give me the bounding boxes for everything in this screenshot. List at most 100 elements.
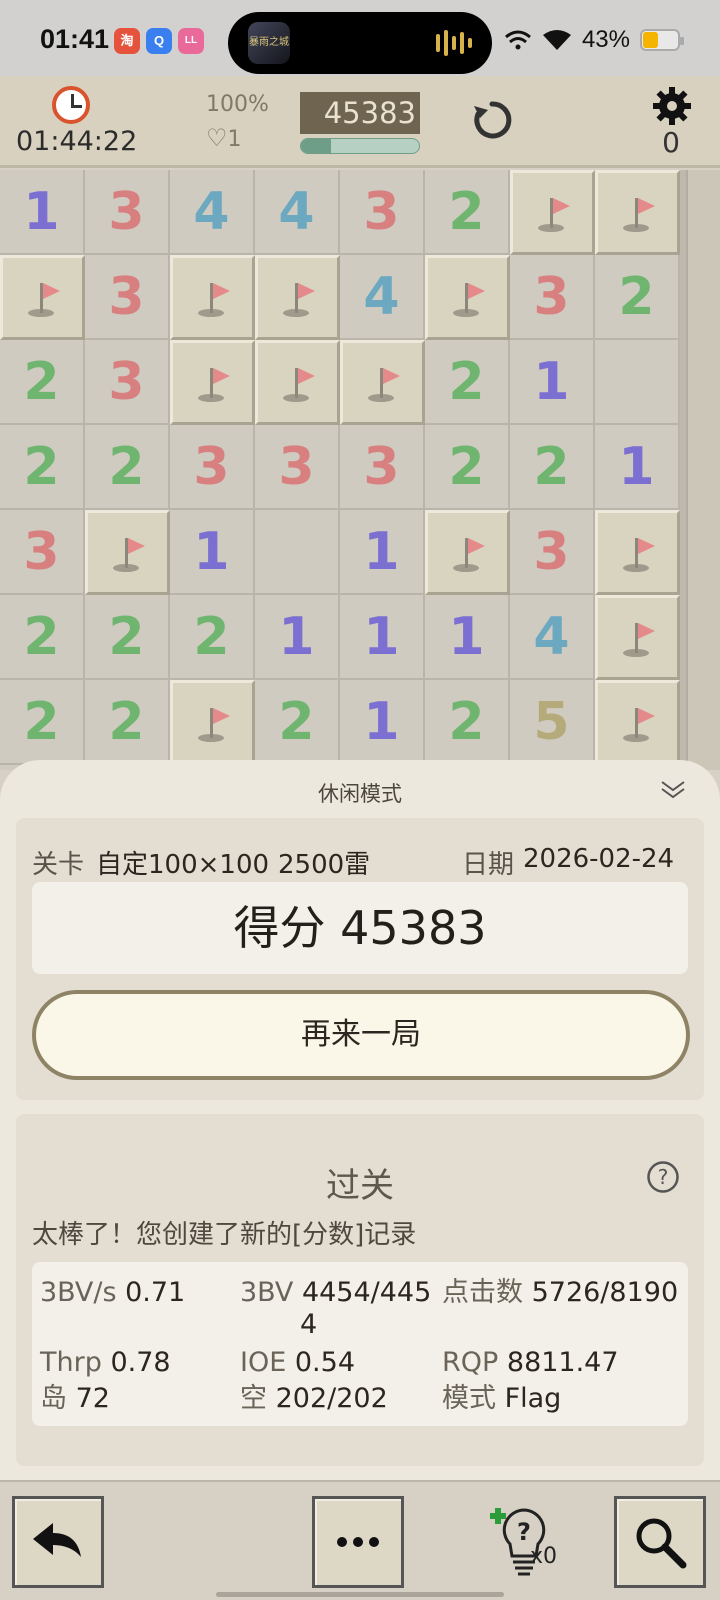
minefield-board[interactable]: 1344323432232122333221311322211142221252… — [0, 170, 686, 770]
flagged-cell[interactable] — [425, 255, 510, 340]
number-cell[interactable]: 3 — [170, 425, 255, 510]
stat-mode: 模式 Flag — [442, 1383, 562, 1414]
number-cell[interactable]: 2 — [85, 680, 170, 765]
number-cell[interactable]: 5 — [510, 680, 595, 765]
help-icon[interactable]: ? — [646, 1160, 680, 1194]
completion-percent: 100% — [206, 92, 269, 117]
signal-icon — [504, 30, 531, 50]
flag-icon — [197, 707, 230, 742]
undo-icon — [33, 1523, 81, 1557]
number-cell[interactable]: 4 — [255, 170, 340, 255]
number-cell[interactable]: 2 — [0, 680, 85, 765]
more-icon — [337, 1537, 379, 1547]
flag-icon — [282, 282, 315, 317]
number-cell[interactable]: 2 — [0, 425, 85, 510]
more-button[interactable] — [312, 1496, 404, 1588]
number-cell[interactable]: 2 — [425, 425, 510, 510]
dynamic-island[interactable]: 暴雨之城 — [228, 12, 492, 74]
number-cell[interactable]: 1 — [0, 170, 85, 255]
stat-empty: 空 202/202 — [240, 1383, 388, 1414]
lofter-app-icon: LL — [178, 28, 204, 54]
number-cell[interactable]: 3 — [510, 255, 595, 340]
number-cell[interactable]: 3 — [85, 340, 170, 425]
number-cell[interactable]: 2 — [85, 425, 170, 510]
number-cell[interactable]: 2 — [595, 255, 680, 340]
search-button[interactable] — [614, 1496, 706, 1588]
final-score: 得分 45383 — [233, 901, 487, 955]
settings-count: 0 — [662, 126, 680, 159]
flagged-cell[interactable] — [510, 170, 595, 255]
number-cell[interactable]: 2 — [0, 595, 85, 680]
number-cell[interactable]: 1 — [170, 510, 255, 595]
number-cell[interactable]: 1 — [340, 595, 425, 680]
number-cell[interactable]: 2 — [425, 680, 510, 765]
number-cell[interactable]: 4 — [510, 595, 595, 680]
timer: 01:44:22 — [16, 126, 138, 157]
flag-icon — [622, 537, 655, 572]
empty-cell[interactable] — [255, 510, 340, 595]
number-cell[interactable]: 3 — [340, 170, 425, 255]
empty-cell[interactable] — [595, 340, 680, 425]
flagged-cell[interactable] — [255, 340, 340, 425]
flagged-cell[interactable] — [595, 595, 680, 680]
number-cell[interactable]: 3 — [255, 425, 340, 510]
battery-percent: 43% — [581, 26, 630, 53]
stat-rqp: RQP 8811.47 — [442, 1347, 619, 1378]
number-cell[interactable]: 1 — [595, 425, 680, 510]
flagged-cell[interactable] — [595, 680, 680, 765]
number-cell[interactable]: 2 — [0, 340, 85, 425]
flagged-cell[interactable] — [340, 340, 425, 425]
chevron-down-icon[interactable] — [660, 776, 686, 802]
flag-icon — [622, 622, 655, 657]
record-message: 太棒了！您创建了新的[分数]记录 — [32, 1220, 417, 1250]
heart-icon: ♡ — [206, 124, 228, 152]
flagged-cell[interactable] — [595, 510, 680, 595]
flagged-cell[interactable] — [85, 510, 170, 595]
flagged-cell[interactable] — [170, 340, 255, 425]
number-cell[interactable]: 4 — [340, 255, 425, 340]
pass-title: 过关 — [326, 1166, 394, 1206]
flagged-cell[interactable] — [595, 170, 680, 255]
number-cell[interactable]: 2 — [425, 340, 510, 425]
number-cell[interactable]: 3 — [340, 425, 425, 510]
undo-button[interactable] — [12, 1496, 104, 1588]
island-app-thumbnail: 暴雨之城 — [248, 22, 290, 64]
number-cell[interactable]: 2 — [85, 595, 170, 680]
q-app-icon: Q — [146, 28, 172, 54]
number-cell[interactable]: 2 — [425, 170, 510, 255]
number-cell[interactable]: 4 — [170, 170, 255, 255]
number-cell[interactable]: 1 — [340, 680, 425, 765]
flag-icon — [452, 282, 485, 317]
number-cell[interactable]: 1 — [255, 595, 340, 680]
flagged-cell[interactable] — [170, 680, 255, 765]
number-cell[interactable]: 3 — [85, 255, 170, 340]
progress-bar — [300, 138, 420, 154]
wifi-icon — [542, 30, 571, 50]
number-cell[interactable]: 1 — [340, 510, 425, 595]
gear-icon[interactable] — [652, 86, 692, 126]
stat-3bv-per-sec: 3BV/s 0.71 — [40, 1277, 186, 1308]
number-cell[interactable]: 1 — [425, 595, 510, 680]
svg-text:?: ? — [517, 1518, 531, 1546]
flag-icon — [622, 707, 655, 742]
flagged-cell[interactable] — [170, 255, 255, 340]
flagged-cell[interactable] — [425, 510, 510, 595]
number-cell[interactable]: 2 — [170, 595, 255, 680]
number-cell[interactable]: 2 — [510, 425, 595, 510]
number-cell[interactable]: 3 — [510, 510, 595, 595]
home-indicator[interactable] — [216, 1592, 504, 1597]
restart-icon[interactable] — [470, 98, 514, 142]
pass-card: 过关 ? 太棒了！您创建了新的[分数]记录 3BV/s 0.71 3BV 445… — [16, 1114, 704, 1466]
flag-icon — [452, 537, 485, 572]
hint-lightbulb-icon[interactable]: ? — [484, 1502, 564, 1582]
status-time: 01:41 — [40, 24, 110, 54]
number-cell[interactable]: 3 — [0, 510, 85, 595]
number-cell[interactable]: 2 — [255, 680, 340, 765]
flagged-cell[interactable] — [0, 255, 85, 340]
number-cell[interactable]: 3 — [85, 170, 170, 255]
number-cell[interactable]: 1 — [510, 340, 595, 425]
level-value: 自定100×100 — [96, 850, 270, 880]
play-again-button[interactable]: 再来一局 — [32, 990, 690, 1080]
flagged-cell[interactable] — [255, 255, 340, 340]
hint-count: x0 — [530, 1544, 558, 1569]
